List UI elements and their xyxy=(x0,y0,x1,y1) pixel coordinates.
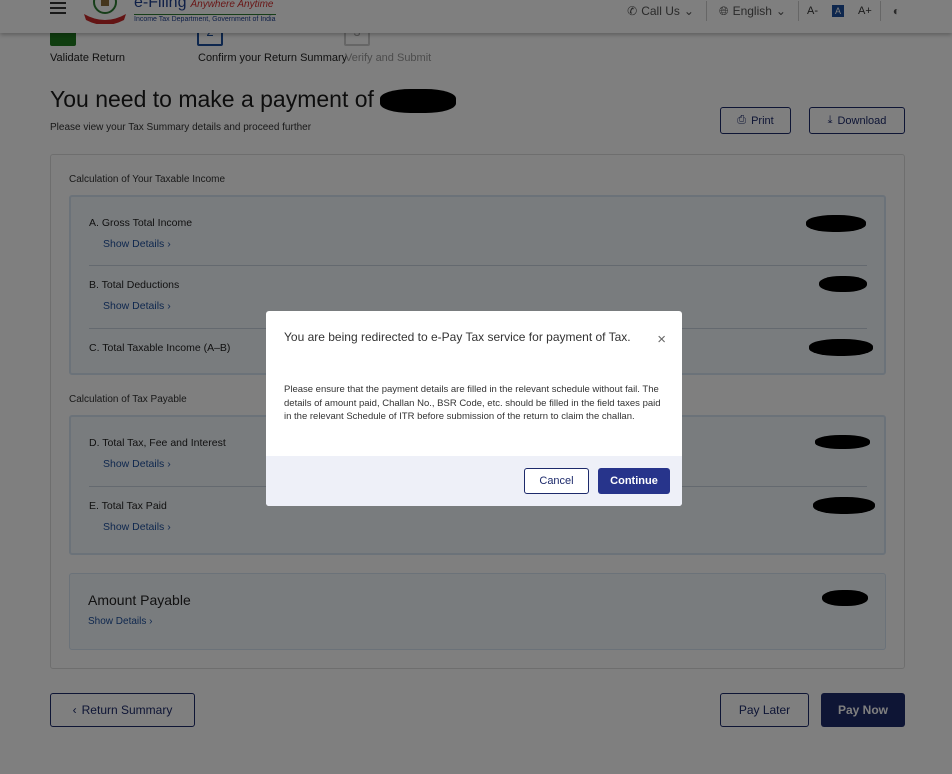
dialog-body: Please ensure that the payment details a… xyxy=(284,384,661,422)
dialog-title: You are being redirected to e-Pay Tax se… xyxy=(284,330,631,344)
continue-button[interactable]: Continue xyxy=(598,468,670,494)
cancel-button[interactable]: Cancel xyxy=(524,468,589,494)
close-icon[interactable]: × xyxy=(657,331,666,348)
redirect-dialog: You are being redirected to e-Pay Tax se… xyxy=(266,311,682,506)
dialog-footer: Cancel Continue xyxy=(266,456,682,506)
